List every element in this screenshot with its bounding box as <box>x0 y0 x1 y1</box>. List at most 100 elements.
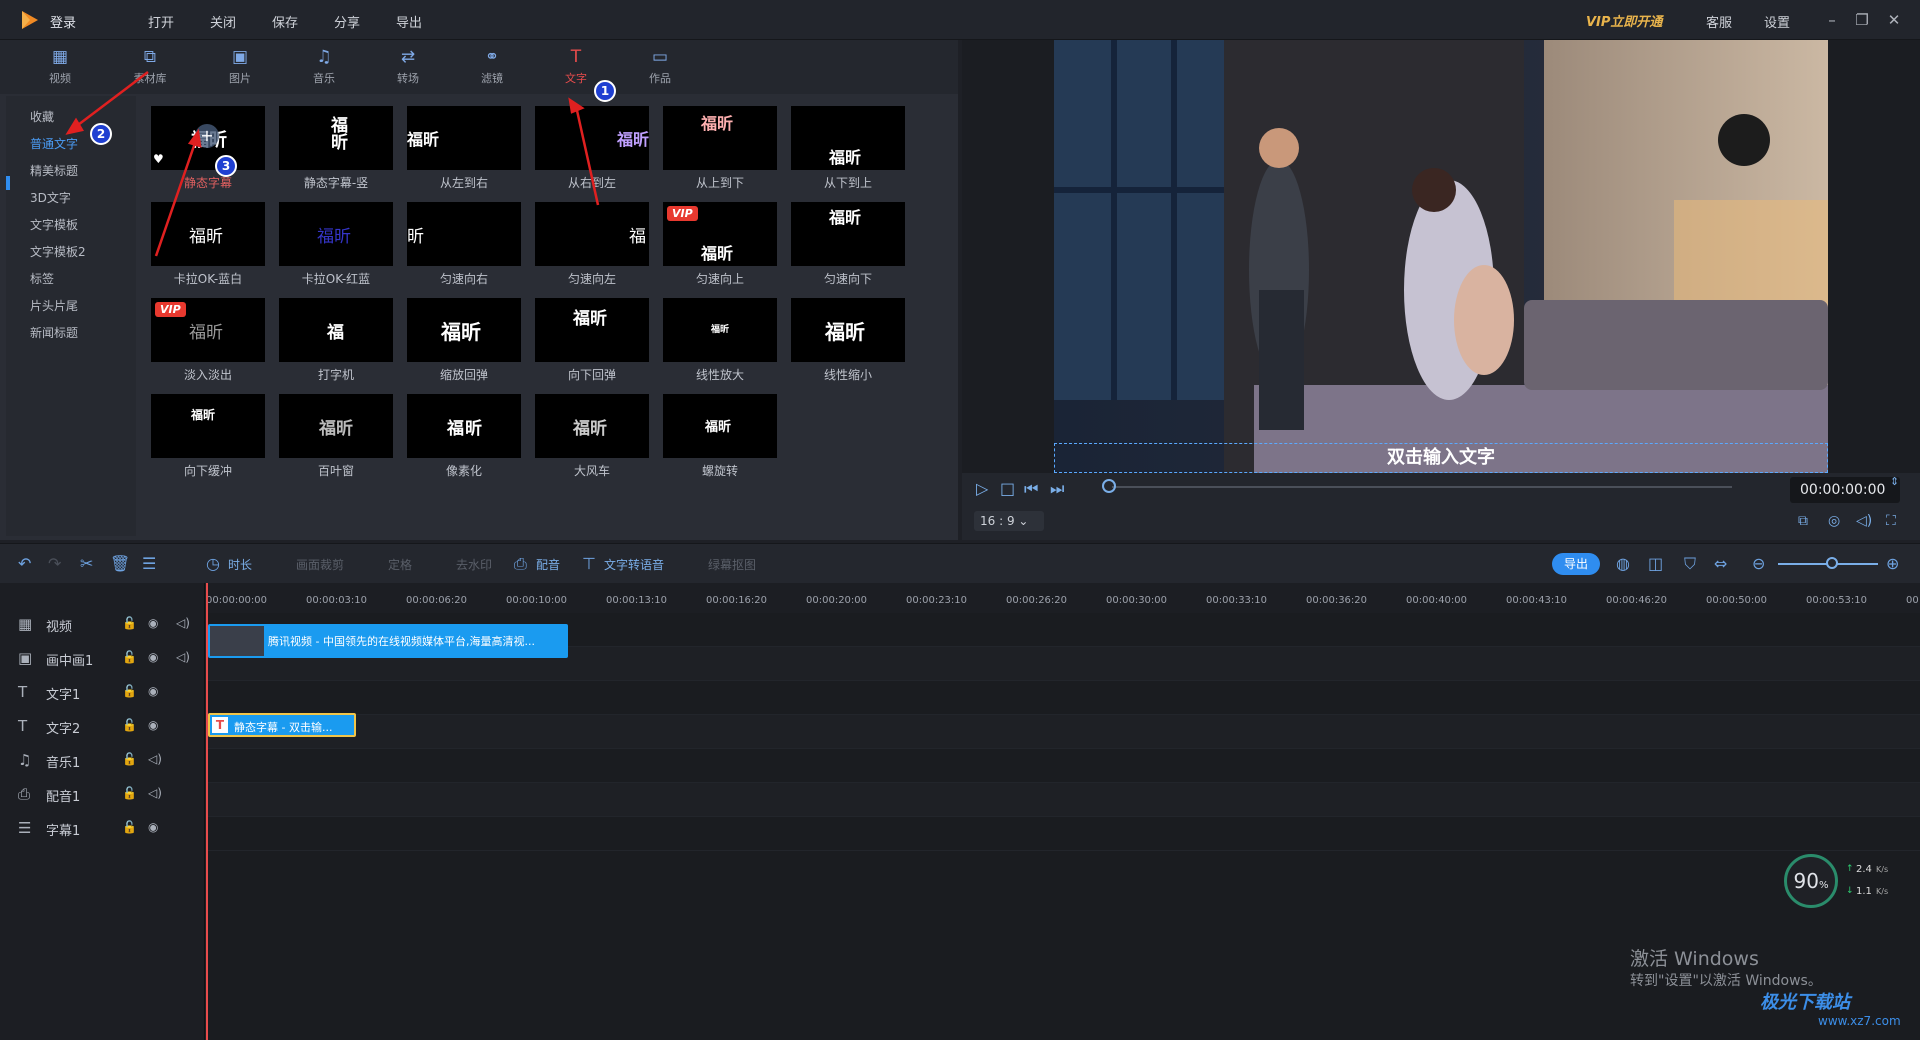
speaker-icon[interactable]: ◁) <box>148 786 162 800</box>
video-scene-image <box>1054 40 1828 473</box>
ruler-tick: 00:00:13:10 <box>606 595 668 606</box>
pip-icon: ▣ <box>18 649 33 667</box>
zoom-out-icon[interactable]: ⊖ <box>1752 554 1765 573</box>
compare-icon[interactable]: ◫ <box>1648 554 1663 573</box>
ruler-tick: 00:00:00:00 <box>206 595 268 606</box>
eye-icon[interactable]: ◉ <box>148 616 158 630</box>
clip-thumbnail <box>210 626 264 656</box>
clock-icon: ◷ <box>206 554 220 573</box>
speaker-icon[interactable]: ◁) <box>148 752 162 766</box>
lane-text2[interactable] <box>206 715 1920 749</box>
volume-icon[interactable]: ◁) <box>1856 513 1872 529</box>
lock-icon[interactable]: 🔓 <box>122 752 137 766</box>
undo-icon[interactable]: ↶ <box>18 554 31 573</box>
track-header-pip[interactable]: ▣ 画中画1 🔓 ◉ ◁) <box>0 641 205 675</box>
eye-icon[interactable]: ◉ <box>148 684 158 698</box>
cut-icon[interactable]: ✂ <box>80 554 93 573</box>
text-icon: T <box>18 683 28 701</box>
track-header-subtitle1[interactable]: ☰ 字幕1 🔓 ◉ <box>0 811 205 845</box>
eye-icon[interactable]: ◉ <box>148 650 158 664</box>
lock-icon[interactable]: 🔓 <box>122 616 137 630</box>
play-icon[interactable]: ▷ <box>976 479 988 498</box>
lock-icon[interactable]: 🔓 <box>122 650 137 664</box>
dubbing-icon: ⎙ <box>514 554 527 573</box>
video-frame[interactable] <box>1054 40 1828 473</box>
ruler-tick: 00:00:36:20 <box>1306 595 1368 606</box>
stop-icon[interactable]: □ <box>1000 479 1015 498</box>
split-icon[interactable]: ☰ <box>142 554 156 573</box>
ruler-tick: 00 <box>1906 595 1919 606</box>
ruler-tick: 00:00:30:00 <box>1106 595 1168 606</box>
ruler-tick: 00:00:50:00 <box>1706 595 1768 606</box>
export-button[interactable]: 导出 <box>1552 553 1600 575</box>
snapshot-icon[interactable]: ⧉ <box>1798 513 1808 529</box>
video-clip[interactable]: 腾讯视频 - 中国领先的在线视频媒体平台,海量高清视... <box>208 624 568 658</box>
vip-link[interactable]: VIP立即开通 <box>1586 11 1662 30</box>
track-header-text2[interactable]: T 文字2 🔓 ◉ <box>0 709 205 743</box>
fit-icon[interactable]: ⇔ <box>1714 554 1727 573</box>
dewatermark-button[interactable]: 去水印 <box>456 556 492 573</box>
tts-button[interactable]: 文字转语音 <box>604 556 664 573</box>
lane-text1[interactable] <box>206 681 1920 715</box>
duration-button[interactable]: 时长 <box>228 556 252 573</box>
playhead[interactable] <box>206 583 208 1040</box>
prev-frame-icon[interactable]: ⏮ <box>1024 479 1038 499</box>
speaker-icon[interactable]: ◁) <box>176 650 190 664</box>
zoom-in-icon[interactable]: ⊕ <box>1886 554 1899 573</box>
maximize-icon[interactable]: ❐ <box>1852 10 1872 30</box>
track-header-text1[interactable]: T 文字1 🔓 ◉ <box>0 675 205 709</box>
ruler-tick: 00:00:03:10 <box>306 595 368 606</box>
site-logo: 极光下载站 <box>1760 992 1850 1013</box>
time-ruler[interactable]: 00:00:00:00 00:00:03:10 00:00:06:20 00:0… <box>206 583 1920 613</box>
subtitle-icon: ☰ <box>18 819 32 837</box>
ruler-tick: 00:00:26:20 <box>1006 595 1068 606</box>
lock-icon[interactable]: 🔓 <box>122 684 137 698</box>
eye-icon[interactable]: ◉ <box>148 820 158 834</box>
zoom-slider-handle[interactable] <box>1826 557 1838 569</box>
marker-icon[interactable]: ⛉ <box>1684 554 1696 574</box>
green-screen-button[interactable]: 绿幕抠图 <box>708 556 756 573</box>
crop-button[interactable]: 画面裁剪 <box>296 556 344 573</box>
tts-icon: ⊤ <box>582 554 596 573</box>
eye-icon[interactable]: ◉ <box>148 718 158 732</box>
ruler-tick: 00:00:40:00 <box>1406 595 1468 606</box>
camera-icon[interactable]: ◎ <box>1828 513 1840 529</box>
minimize-icon[interactable]: – <box>1822 10 1842 30</box>
site-url: www.xz7.com <box>1818 1014 1901 1028</box>
lane-music1[interactable] <box>206 749 1920 783</box>
lock-icon[interactable]: 🔓 <box>122 718 137 732</box>
timecode-display: 00:00:00:00 <box>1790 477 1900 503</box>
lock-icon[interactable]: 🔓 <box>122 786 137 800</box>
service-link[interactable]: 客服 <box>1706 12 1732 31</box>
color-icon[interactable]: ◍ <box>1616 554 1630 573</box>
track-header-dub1[interactable]: ⎙ 配音1 🔓 ◁) <box>0 777 205 811</box>
seek-track[interactable] <box>1112 486 1732 488</box>
text-clip-icon: T <box>212 717 228 733</box>
dubbing-button[interactable]: 配音 <box>536 556 560 573</box>
film-icon: ▦ <box>18 615 33 633</box>
redo-icon[interactable]: ↷ <box>48 554 61 573</box>
fullscreen-icon[interactable]: ⛶ <box>1886 513 1896 529</box>
lane-dub1[interactable] <box>206 783 1920 817</box>
track-header-music1[interactable]: ♫ 音乐1 🔓 ◁) <box>0 743 205 777</box>
lane-subtitle1[interactable] <box>206 817 1920 851</box>
ruler-tick: 00:00:23:10 <box>906 595 968 606</box>
settings-link[interactable]: 设置 <box>1764 12 1790 31</box>
timecode-stepper-icon[interactable]: ⇕ <box>1890 475 1899 488</box>
seek-handle[interactable] <box>1102 479 1116 493</box>
freeze-button[interactable]: 定格 <box>388 556 412 573</box>
track-header-video[interactable]: ▦ 视频 🔓 ◉ ◁) <box>0 607 205 641</box>
ruler-tick: 00:00:46:20 <box>1606 595 1668 606</box>
cpu-gauge: 90% <box>1784 854 1838 908</box>
ruler-tick: 00:00:33:10 <box>1206 595 1268 606</box>
overlay-text-box[interactable]: 双击输入文字 <box>1054 443 1828 473</box>
delete-icon[interactable]: 🗑 <box>110 554 130 573</box>
text-clip[interactable]: T 静态字幕 - 双击输... <box>208 713 356 737</box>
close-icon[interactable]: ✕ <box>1884 10 1904 30</box>
music-icon: ♫ <box>18 751 32 769</box>
lock-icon[interactable]: 🔓 <box>122 820 137 834</box>
next-frame-icon[interactable]: ⏭ <box>1050 479 1064 499</box>
edit-toolbar: ↶ ↷ ✂ 🗑 ☰ ◷ 时长 画面裁剪 定格 去水印 ⎙ 配音 ⊤ 文字转语音 … <box>0 543 1920 583</box>
speaker-icon[interactable]: ◁) <box>176 616 190 630</box>
aspect-ratio-select[interactable]: 16 : 9 ⌄ <box>974 511 1044 531</box>
